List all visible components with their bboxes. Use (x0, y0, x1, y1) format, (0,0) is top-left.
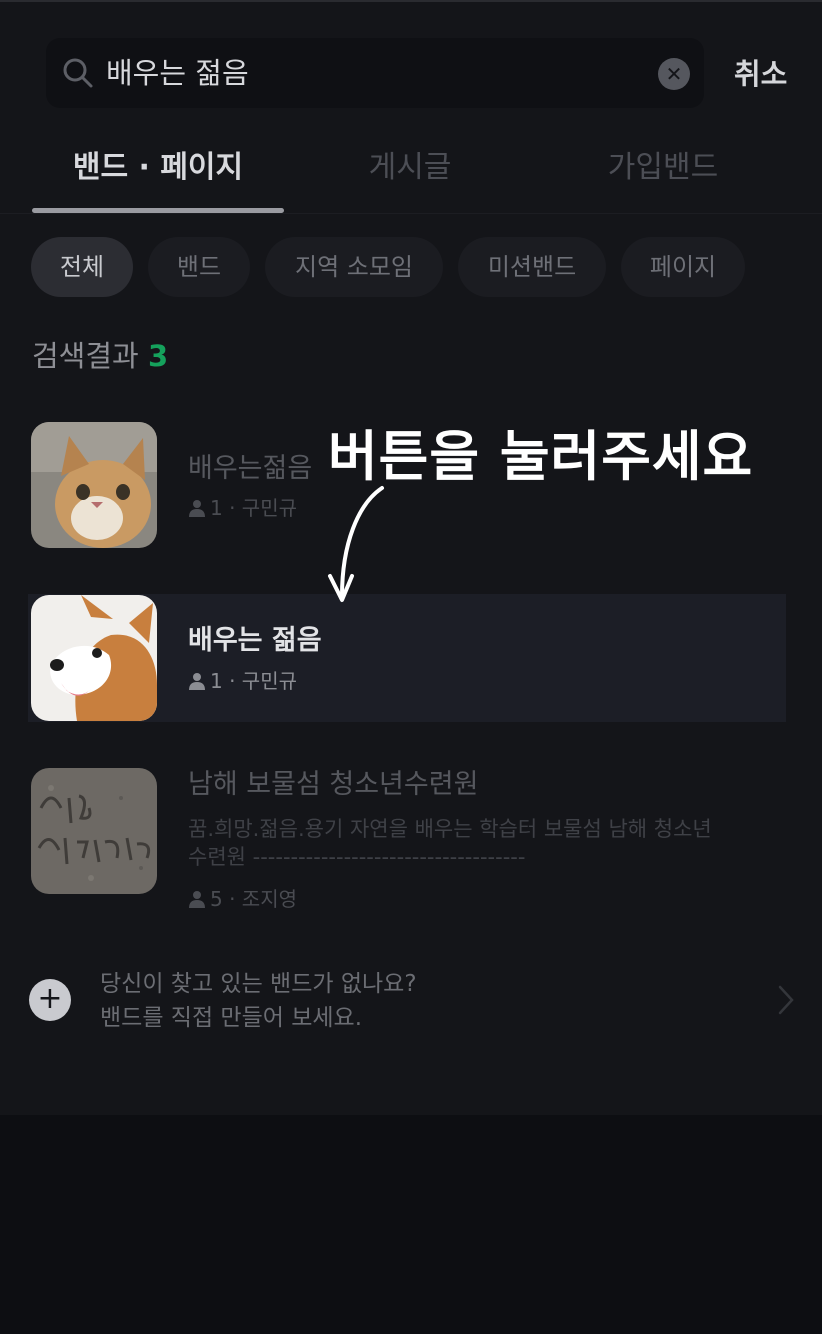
filter-chip-page[interactable]: 페이지 (621, 237, 745, 297)
result-title: 배우는젊음 (188, 453, 313, 484)
create-band-line-2: 밴드를 직접 만들어 보세요. (100, 1005, 363, 1031)
result-meta: 5 · 조지영 (188, 885, 297, 913)
result-meta: 1 · 구민규 (188, 494, 297, 522)
pointer-arrow-icon (328, 486, 384, 602)
chevron-right-icon (778, 985, 794, 1015)
result-count: 검색결과 3 (32, 336, 168, 376)
member-icon (189, 500, 205, 517)
filter-chip-band[interactable]: 밴드 (148, 237, 250, 297)
clear-search-icon[interactable]: ✕ (658, 58, 690, 90)
cat-photo-thumbnail (31, 422, 157, 548)
plus-icon[interactable]: + (29, 979, 71, 1021)
tabs-divider (0, 213, 822, 214)
sand-writing-thumbnail (31, 768, 157, 894)
tab-bands-pages[interactable]: 밴드 · 페이지 (32, 146, 284, 190)
result-meta: 1 · 구민규 (188, 667, 297, 695)
result-title: 배우는 젊음 (188, 625, 322, 656)
cancel-button[interactable]: 취소 (734, 52, 787, 96)
member-icon (189, 891, 205, 908)
tab-posts[interactable]: 게시글 (300, 146, 520, 190)
result-title: 남해 보물섬 청소년수련원 (188, 769, 479, 800)
result-meta-text: 5 · 조지영 (210, 887, 297, 911)
filter-chip-local-group[interactable]: 지역 소모임 (265, 237, 443, 297)
result-count-number: 3 (147, 339, 169, 373)
search-input[interactable] (106, 50, 646, 96)
dog-photo-thumbnail (31, 595, 157, 721)
filter-chip-mission-band[interactable]: 미션밴드 (458, 237, 606, 297)
result-count-label: 검색결과 (32, 339, 139, 373)
result-description-line-2: 수련원 ------------------------------------ (188, 845, 526, 869)
filter-chip-all[interactable]: 전체 (31, 237, 133, 297)
search-icon (63, 58, 93, 88)
member-icon (189, 673, 205, 690)
result-meta-text: 1 · 구민규 (210, 669, 297, 693)
tab-joined-bands[interactable]: 가입밴드 (550, 146, 776, 190)
instruction-overlay-text: 버튼을 눌러주세요 (328, 425, 754, 488)
top-edge-line (0, 0, 822, 2)
result-meta-text: 1 · 구민규 (210, 496, 297, 520)
result-description-line-1: 꿈.희망.젊음.용기 자연을 배우는 학습터 보물섬 남해 청소년 (188, 817, 712, 841)
create-band-line-1: 당신이 찾고 있는 밴드가 없나요? (100, 971, 417, 997)
